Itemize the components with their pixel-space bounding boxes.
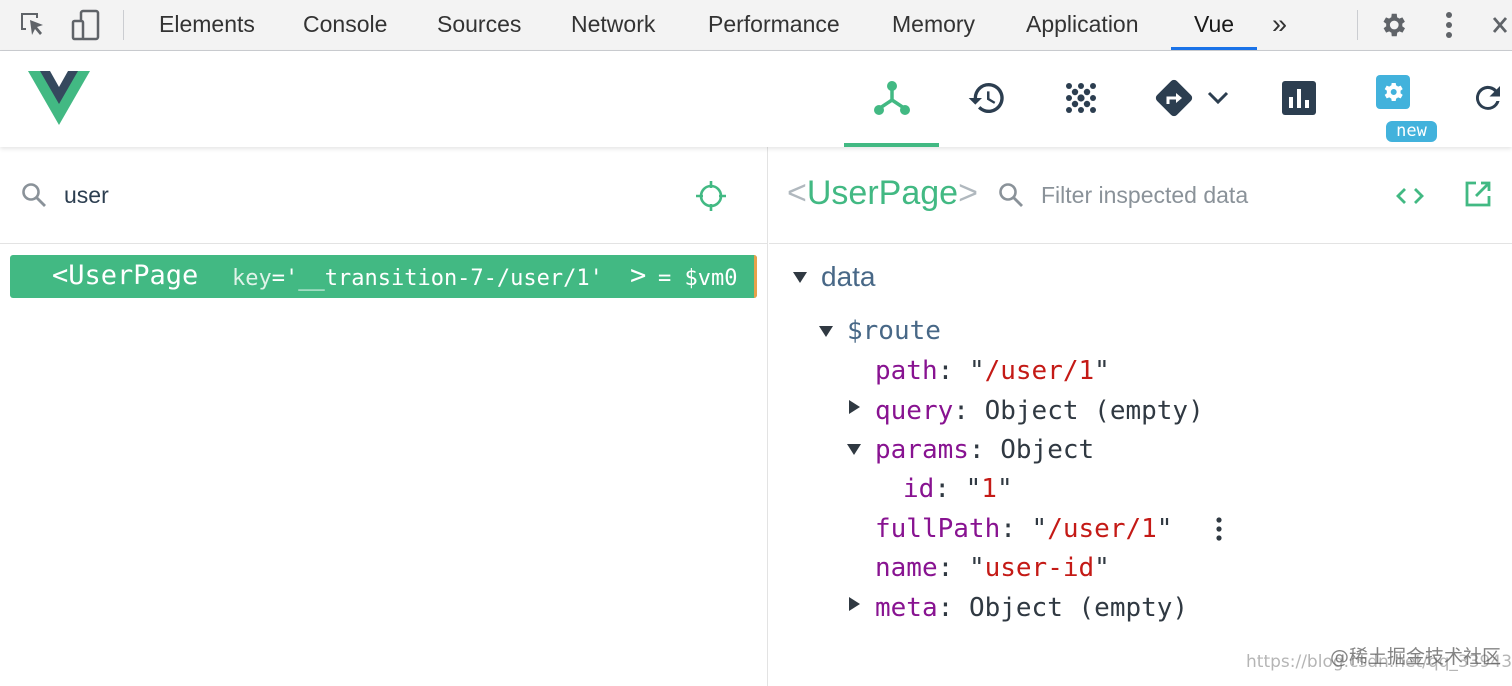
refresh-icon [1475,85,1500,110]
component-search-input[interactable] [64,177,664,213]
select-component-target-icon[interactable] [694,179,728,213]
search-icon [20,181,50,211]
watermark-site: @稀土掘金技术社区 [1330,646,1502,668]
inspector-header: <UserPage> [769,147,1512,244]
performance-icon [1282,81,1316,115]
meta-value: Object (empty) [968,593,1189,623]
route-key: $route [847,316,941,346]
routing-dropdown-button[interactable] [1202,65,1234,131]
components-tree-icon [873,81,910,115]
params-row[interactable]: params: Object [875,433,1094,467]
vuex-tab[interactable] [1058,65,1104,131]
inspected-component-name: <UserPage> [787,174,978,212]
collapse-arrow-icon[interactable] [819,326,833,337]
inspector-pane: <UserPage> data $route [769,147,1512,686]
params-key: params [875,435,969,465]
row-edge-marker [754,255,757,298]
tab-application[interactable]: Application [1026,0,1139,50]
component-key-attr: key='__transition-7-/user/1' [232,266,603,291]
tab-console[interactable]: Console [303,0,387,50]
route-row[interactable]: $route [847,314,941,348]
name-value: user-id [984,553,1095,583]
routing-icon [1155,79,1193,117]
component-tree-pane: <UserPage key='__transition-7-/user/1' >… [0,147,768,686]
path-row[interactable]: path: "/user/1" [875,354,1110,388]
query-key: query [875,396,954,426]
attr-key: key [232,266,272,291]
new-badge: new [1386,121,1437,142]
toolbar-divider [1357,10,1358,40]
collapse-arrow-icon [793,271,807,283]
name-row[interactable]: name: "user-id" [875,551,1110,585]
settings-icon [1376,75,1410,109]
tab-sources[interactable]: Sources [437,0,521,50]
components-tab[interactable] [844,65,939,147]
tab-elements[interactable]: Elements [159,0,255,50]
path-key: path [875,356,938,386]
vm-reference: = $vm0 [658,266,738,291]
collapse-arrow-icon[interactable] [847,444,861,455]
id-key: id [903,474,935,504]
id-value: 1 [981,474,997,504]
refresh-button[interactable] [1470,65,1512,131]
data-section-toggle[interactable]: data [793,260,876,294]
more-tabs-button[interactable]: » [1272,0,1287,50]
more-vert-icon[interactable] [1433,9,1465,41]
expand-arrow-icon[interactable] [849,597,860,611]
query-row[interactable]: query: Object (empty) [875,394,1204,428]
routing-tab[interactable] [1152,65,1196,131]
fullpath-row[interactable]: fullPath: "/user/1" [875,512,1172,546]
devtools-tab-bar: Elements Console Sources Network Perform… [0,0,1512,51]
vuex-icon [1066,83,1096,113]
component-tag-close: > [630,260,647,291]
component-search-bar [0,147,767,244]
params-value: Object [1000,435,1095,465]
toolbar-divider [123,10,124,40]
selected-component-row[interactable]: <UserPage key='__transition-7-/user/1' >… [10,255,757,298]
history-icon [968,82,1004,113]
attr-value: '__transition-7-/user/1' [285,266,603,291]
history-tab[interactable] [962,65,1012,131]
component-tag: <UserPage [52,260,199,291]
more-actions-icon[interactable] [1215,515,1223,548]
close-icon[interactable] [1486,9,1512,41]
tab-vue[interactable]: Vue [1171,0,1257,50]
vue-logo [28,71,90,125]
data-section: data $route path: "/user/1" query: Objec… [769,244,1512,686]
fullpath-value: /user/1 [1047,514,1157,544]
device-toggle-icon[interactable] [70,9,102,41]
expand-arrow-icon[interactable] [849,400,860,414]
open-in-editor-icon[interactable] [1463,179,1497,213]
inspect-element-icon[interactable] [17,9,49,41]
data-section-title: data [821,261,876,292]
performance-tab[interactable] [1278,65,1320,131]
query-value: Object (empty) [984,396,1204,426]
id-row[interactable]: id: "1" [903,472,1013,506]
name-key: name [875,553,938,583]
fullpath-key: fullPath [875,514,1001,544]
chevron-down-icon [1207,91,1229,105]
search-icon [997,181,1027,211]
meta-key: meta [875,593,938,623]
path-value: /user/1 [984,356,1095,386]
filter-inspected-data-input[interactable] [1041,177,1371,213]
tab-memory[interactable]: Memory [892,0,975,50]
meta-row[interactable]: meta: Object (empty) [875,591,1188,625]
tab-performance[interactable]: Performance [708,0,840,50]
settings-gear-icon[interactable] [1377,9,1409,41]
vue-devtools-toolbar: new [0,51,1512,147]
tab-network[interactable]: Network [571,0,655,50]
inspect-dom-code-icon[interactable] [1393,179,1427,213]
